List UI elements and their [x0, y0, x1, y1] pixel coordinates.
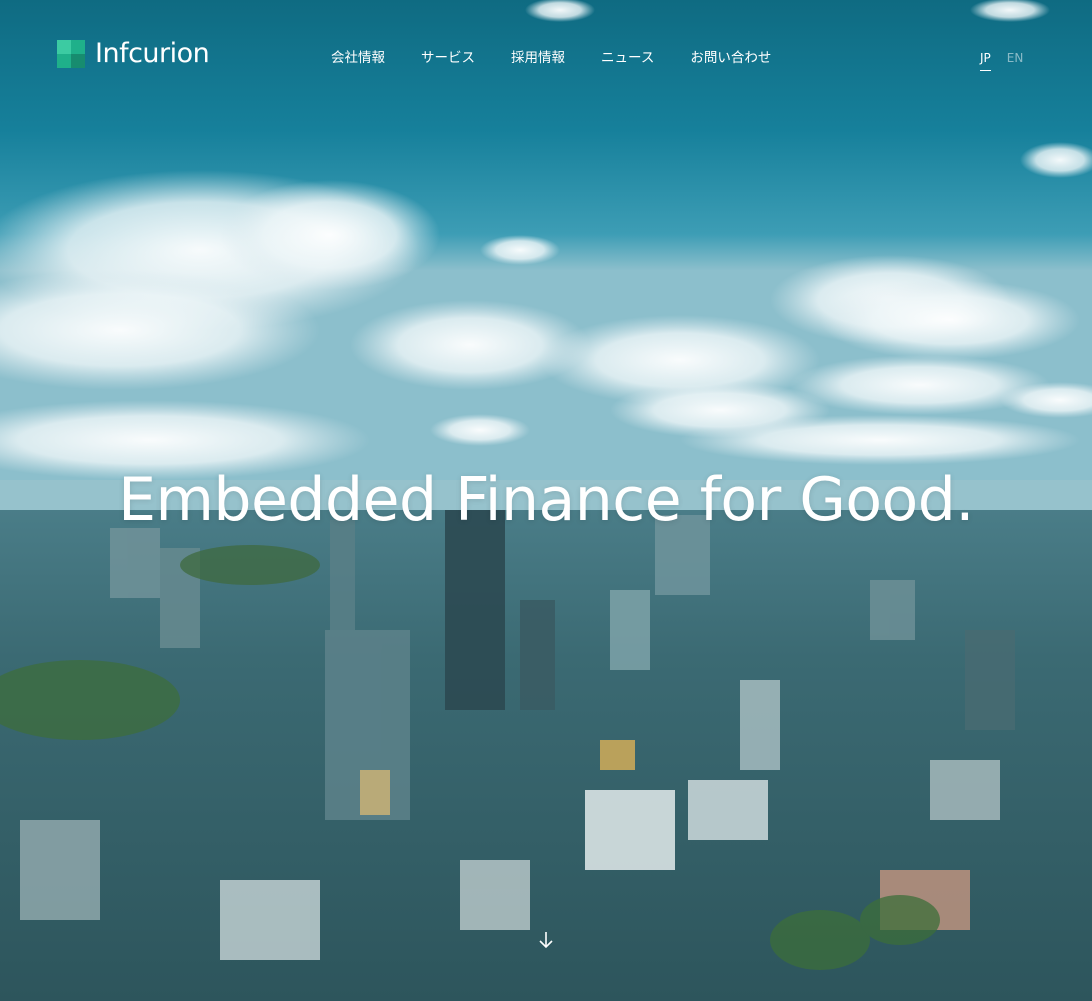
- lang-jp-link[interactable]: JP: [980, 48, 991, 71]
- hero-headline: Embedded Finance for Good.: [118, 465, 974, 535]
- nav-item-contact[interactable]: お問い合わせ: [690, 47, 771, 69]
- nav-item-company[interactable]: 会社情報: [331, 47, 385, 69]
- lang-en-link[interactable]: EN: [1007, 48, 1024, 71]
- main-nav: 会社情報 サービス 採用情報 ニュース お問い合わせ: [331, 47, 807, 69]
- nav-item-services[interactable]: サービス: [421, 47, 475, 69]
- hero-section: Infcurion 会社情報 サービス 採用情報 ニュース お問い合わせ JP …: [0, 0, 1092, 1001]
- nav-item-careers[interactable]: 採用情報: [511, 47, 565, 69]
- arrow-down-icon[interactable]: [538, 931, 554, 949]
- infcurion-logo-icon: [57, 40, 85, 68]
- brand-name: Infcurion: [95, 38, 210, 69]
- logo-link[interactable]: Infcurion: [55, 36, 210, 72]
- language-switcher: JP EN: [980, 48, 1023, 71]
- nav-item-news[interactable]: ニュース: [601, 47, 654, 69]
